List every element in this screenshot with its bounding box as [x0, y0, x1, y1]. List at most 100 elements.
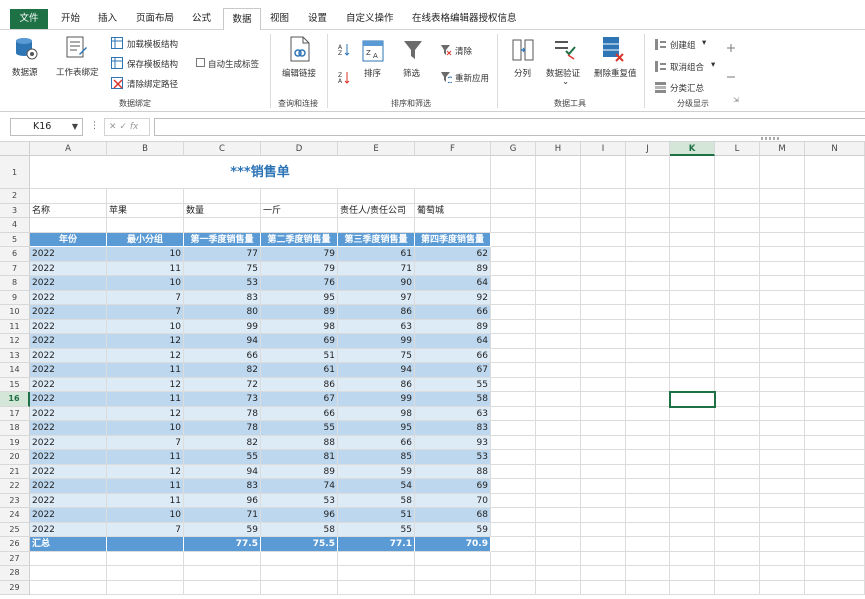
select-all-corner[interactable]	[0, 142, 30, 156]
empty-cell[interactable]	[805, 551, 865, 566]
empty-cell[interactable]	[805, 363, 865, 378]
outline-settings-icon[interactable]: ⇲	[733, 96, 739, 104]
table-cell[interactable]: 2022	[30, 290, 107, 305]
empty-cell[interactable]	[581, 232, 626, 247]
empty-cell[interactable]	[581, 305, 626, 320]
table-cell[interactable]: 71	[184, 508, 261, 523]
table-cell[interactable]: 73	[184, 392, 261, 407]
table-cell[interactable]: 93	[415, 435, 491, 450]
empty-cell[interactable]	[536, 334, 581, 349]
empty-cell[interactable]	[760, 421, 805, 436]
table-cell[interactable]: 86	[261, 377, 338, 392]
hide-detail-icon[interactable]	[726, 72, 736, 85]
empty-cell[interactable]	[670, 319, 715, 334]
empty-cell[interactable]	[626, 276, 670, 291]
tab-data[interactable]: 数据	[223, 8, 261, 31]
table-cell[interactable]: 64	[415, 334, 491, 349]
empty-cell[interactable]	[805, 522, 865, 537]
empty-cell[interactable]	[581, 392, 626, 407]
table-cell[interactable]: 98	[261, 319, 338, 334]
empty-cell[interactable]	[30, 189, 107, 204]
empty-cell[interactable]	[760, 156, 805, 189]
empty-cell[interactable]	[715, 464, 760, 479]
empty-cell[interactable]	[184, 551, 261, 566]
table-cell[interactable]: 54	[338, 479, 415, 494]
empty-cell[interactable]	[581, 566, 626, 581]
info-cell[interactable]: 苹果	[107, 203, 184, 218]
empty-cell[interactable]	[626, 464, 670, 479]
table-cell[interactable]: 55	[338, 522, 415, 537]
info-cell[interactable]: 一斤	[261, 203, 338, 218]
datasource-icon[interactable]	[14, 36, 38, 63]
empty-cell[interactable]	[715, 218, 760, 233]
table-cell[interactable]: 86	[338, 305, 415, 320]
clear-filter-button[interactable]: 清除	[455, 45, 472, 57]
reapply-icon[interactable]	[440, 71, 454, 86]
empty-cell[interactable]	[805, 435, 865, 450]
table-cell[interactable]: 61	[338, 247, 415, 262]
table-cell[interactable]: 95	[338, 421, 415, 436]
table-header-cell[interactable]: 第二季度销售量	[261, 232, 338, 247]
empty-cell[interactable]	[626, 508, 670, 523]
empty-cell[interactable]	[805, 218, 865, 233]
cancel-icon[interactable]: ✕	[109, 122, 117, 132]
empty-cell[interactable]	[670, 156, 715, 189]
save-template-icon[interactable]	[111, 57, 123, 72]
table-cell[interactable]: 66	[261, 406, 338, 421]
empty-cell[interactable]	[805, 189, 865, 204]
table-cell[interactable]: 78	[184, 421, 261, 436]
table-cell[interactable]: 76	[261, 276, 338, 291]
row-header-20[interactable]: 20	[0, 450, 30, 465]
table-cell[interactable]: 89	[261, 464, 338, 479]
empty-cell[interactable]	[715, 421, 760, 436]
table-cell[interactable]: 58	[261, 522, 338, 537]
info-cell[interactable]: 葡萄城	[415, 203, 491, 218]
table-cell[interactable]: 10	[107, 247, 184, 262]
table-header-cell[interactable]: 年份	[30, 232, 107, 247]
empty-cell[interactable]	[30, 580, 107, 595]
clear-filter-icon[interactable]	[440, 44, 452, 59]
empty-cell[interactable]	[760, 218, 805, 233]
table-cell[interactable]: 98	[338, 406, 415, 421]
auto-label-checkbox[interactable]	[196, 58, 205, 70]
empty-cell[interactable]	[581, 334, 626, 349]
column-header-a[interactable]: A	[30, 142, 107, 156]
table-cell[interactable]: 95	[261, 290, 338, 305]
column-header-l[interactable]: L	[715, 142, 760, 156]
empty-cell[interactable]	[626, 537, 670, 552]
empty-cell[interactable]	[536, 276, 581, 291]
empty-cell[interactable]	[581, 319, 626, 334]
empty-cell[interactable]	[805, 566, 865, 581]
column-header-n[interactable]: N	[805, 142, 865, 156]
table-cell[interactable]: 51	[338, 508, 415, 523]
tab-custom-actions[interactable]: 自定义操作	[346, 9, 394, 29]
table-cell[interactable]: 83	[184, 290, 261, 305]
table-cell[interactable]: 2022	[30, 377, 107, 392]
table-cell[interactable]: 63	[415, 406, 491, 421]
row-header-11[interactable]: 11	[0, 319, 30, 334]
sort-icon[interactable]: ZA	[362, 40, 384, 65]
table-cell[interactable]: 96	[184, 493, 261, 508]
create-group-button[interactable]: 创建组	[670, 39, 696, 51]
table-cell[interactable]: 53	[261, 493, 338, 508]
empty-cell[interactable]	[491, 305, 536, 320]
column-header-g[interactable]: G	[491, 142, 536, 156]
empty-cell[interactable]	[626, 421, 670, 436]
empty-cell[interactable]	[715, 435, 760, 450]
empty-cell[interactable]	[670, 276, 715, 291]
empty-cell[interactable]	[338, 218, 415, 233]
empty-cell[interactable]	[536, 232, 581, 247]
row-header-6[interactable]: 6	[0, 247, 30, 262]
row-header-17[interactable]: 17	[0, 406, 30, 421]
empty-cell[interactable]	[261, 580, 338, 595]
empty-cell[interactable]	[491, 392, 536, 407]
table-cell[interactable]: 12	[107, 334, 184, 349]
column-header-b[interactable]: B	[107, 142, 184, 156]
table-cell[interactable]: 75	[184, 261, 261, 276]
table-cell[interactable]: 67	[261, 392, 338, 407]
ungroup-icon[interactable]	[655, 61, 666, 75]
empty-cell[interactable]	[760, 406, 805, 421]
empty-cell[interactable]	[715, 377, 760, 392]
table-cell[interactable]: 83	[184, 479, 261, 494]
table-cell[interactable]: 10	[107, 421, 184, 436]
